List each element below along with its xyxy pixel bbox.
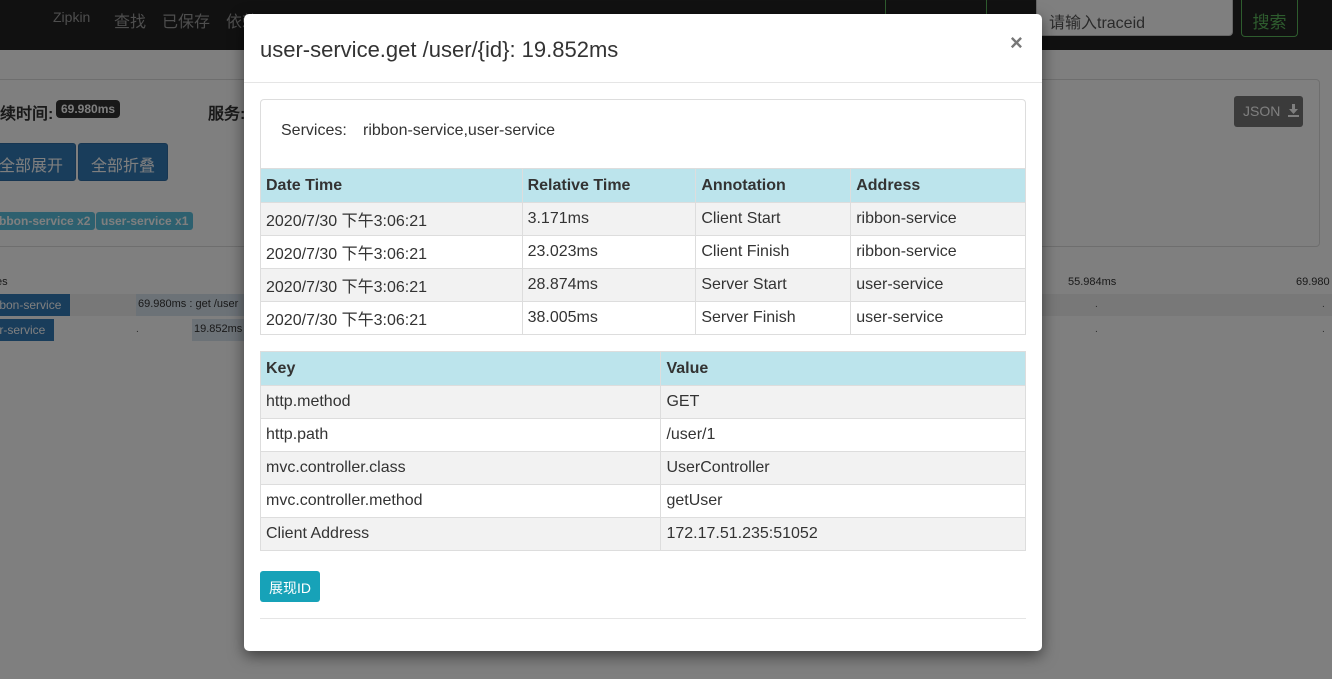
table-cell: Server Finish: [695, 301, 852, 335]
table-row: mvc.controller.class UserController: [259, 451, 1026, 485]
table-row: 2020/7/30 下午3:06:21 23.023ms Client Fini…: [260, 235, 1026, 269]
table-row: http.path /user/1: [259, 418, 1026, 452]
table-cell: http.method: [259, 385, 662, 419]
services-box: Services: ribbon-service,user-service: [260, 99, 1026, 168]
tags-table: Key Value http.method GET http.path /use…: [259, 351, 1026, 551]
table-row: http.method GET: [259, 385, 1026, 419]
table-cell: Server Start: [695, 268, 852, 302]
table-cell: mvc.controller.class: [259, 451, 662, 485]
table-cell: 172.17.51.235:51052: [660, 517, 1026, 551]
table-cell: Client Start: [695, 202, 852, 236]
table-cell: /user/1: [660, 418, 1026, 452]
span-detail-modal: user-service.get /user/{id}: 19.852ms × …: [244, 14, 1042, 651]
table-row: Client Address 172.17.51.235:51052: [259, 517, 1026, 551]
table-cell: 38.005ms: [521, 301, 697, 335]
services-box-value: ribbon-service,user-service: [363, 122, 556, 139]
table-cell: mvc.controller.method: [259, 484, 662, 518]
table-cell: Client Finish: [695, 235, 852, 269]
table-cell: ribbon-service: [850, 235, 1026, 269]
column-header: Key: [259, 351, 662, 386]
close-icon[interactable]: ×: [1010, 32, 1023, 54]
column-header: Relative Time: [521, 168, 697, 203]
table-header-row: Key Value: [259, 351, 1026, 386]
table-header-row: Date Time Relative Time Annotation Addre…: [260, 168, 1026, 203]
modal-divider: [260, 618, 1026, 619]
table-cell: 28.874ms: [521, 268, 697, 302]
table-cell: Client Address: [259, 517, 662, 551]
column-header: Date Time: [260, 168, 523, 203]
table-cell: 2020/7/30 下午3:06:21: [260, 235, 523, 269]
table-row: 2020/7/30 下午3:06:21 3.171ms Client Start…: [260, 202, 1026, 236]
table-cell: http.path: [259, 418, 662, 452]
table-row: mvc.controller.method getUser: [259, 484, 1026, 518]
table-row: 2020/7/30 下午3:06:21 28.874ms Server Star…: [260, 268, 1026, 302]
table-cell: GET: [660, 385, 1026, 419]
modal-title: user-service.get /user/{id}: 19.852ms: [260, 37, 619, 62]
table-cell: 2020/7/30 下午3:06:21: [260, 301, 523, 335]
table-cell: ribbon-service: [850, 202, 1026, 236]
column-header: Annotation: [695, 168, 852, 203]
modal-header: user-service.get /user/{id}: 19.852ms ×: [244, 14, 1042, 83]
show-id-button[interactable]: 展现ID: [260, 571, 320, 602]
table-cell: 23.023ms: [521, 235, 697, 269]
services-box-label: Services:: [281, 122, 347, 139]
table-cell: 3.171ms: [521, 202, 697, 236]
column-header: Address: [850, 168, 1026, 203]
annotations-table: Date Time Relative Time Annotation Addre…: [260, 168, 1026, 335]
table-cell: UserController: [660, 451, 1026, 485]
table-cell: user-service: [850, 268, 1026, 302]
table-row: 2020/7/30 下午3:06:21 38.005ms Server Fini…: [260, 301, 1026, 335]
table-cell: 2020/7/30 下午3:06:21: [260, 202, 523, 236]
table-cell: getUser: [660, 484, 1026, 518]
column-header: Value: [660, 351, 1026, 386]
table-cell: user-service: [850, 301, 1026, 335]
table-cell: 2020/7/30 下午3:06:21: [260, 268, 523, 302]
